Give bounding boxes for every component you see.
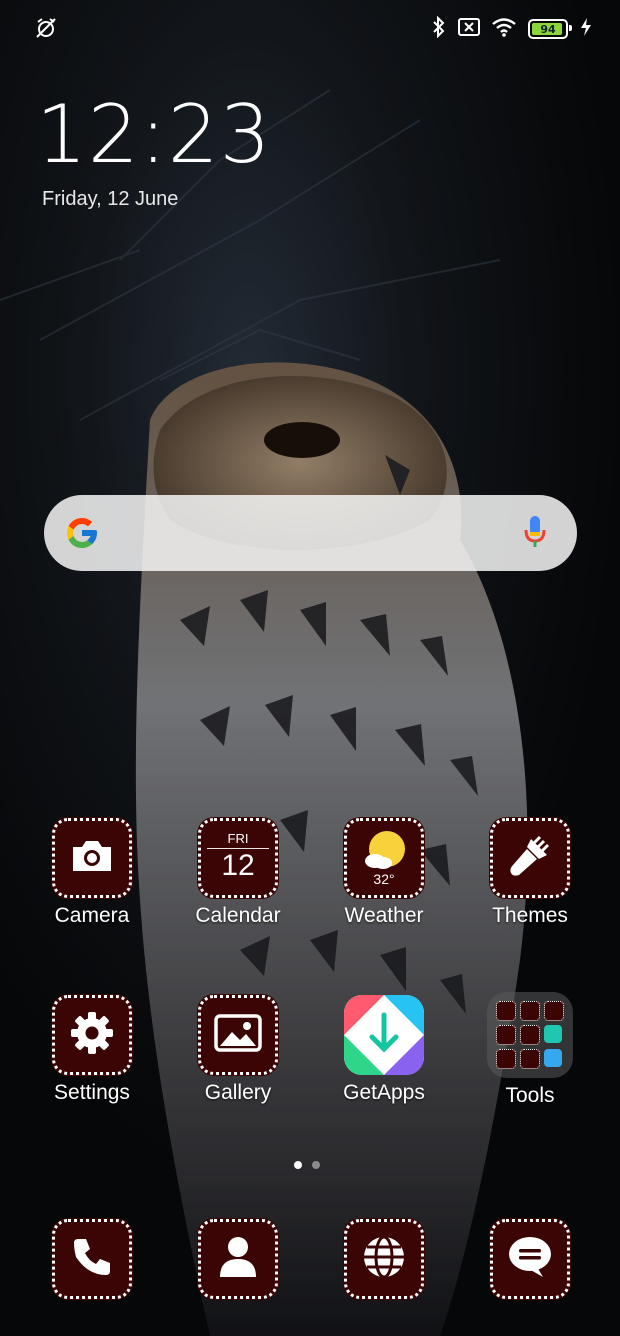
app-settings[interactable]: Settings (37, 995, 147, 1105)
phone-icon (70, 1235, 114, 1283)
camera-app-tile[interactable] (52, 818, 132, 898)
browser-app-tile[interactable] (344, 1219, 424, 1299)
app-label: Camera (54, 904, 130, 927)
app-weather[interactable]: 32° Weather (329, 818, 439, 928)
app-calendar[interactable]: FRI 12 Calendar (183, 818, 293, 928)
weather-sun-icon (361, 829, 409, 875)
image-icon (214, 1014, 262, 1056)
status-bar: 94 (0, 14, 620, 44)
contacts-app-tile[interactable] (198, 1219, 278, 1299)
app-getapps[interactable]: GetApps (329, 995, 439, 1105)
messages-icon (507, 1235, 553, 1283)
dock-contacts[interactable] (183, 1219, 293, 1299)
app-themes[interactable]: Themes (475, 818, 585, 928)
charging-icon (580, 17, 592, 41)
app-label: Gallery (204, 1081, 272, 1104)
app-camera[interactable]: Camera (37, 818, 147, 928)
calendar-icon[interactable]: FRI 12 (198, 818, 278, 898)
paintbrush-icon (507, 833, 553, 883)
app-label: GetApps (343, 1081, 425, 1104)
page-dot (312, 1161, 320, 1169)
settings-app-tile[interactable] (52, 995, 132, 1075)
weather-temperature: 32° (373, 871, 395, 887)
dock-phone[interactable] (37, 1219, 147, 1299)
app-gallery[interactable]: Gallery (183, 995, 293, 1105)
phone-app-tile[interactable] (52, 1219, 132, 1299)
gallery-app-tile[interactable] (198, 995, 278, 1075)
calendar-date: 12 (221, 849, 255, 882)
alarm-off-icon (34, 18, 58, 44)
app-label: Weather (344, 904, 424, 927)
page-dot-current (294, 1161, 302, 1169)
app-label: Calendar (195, 904, 281, 927)
battery-icon: 94 (528, 19, 572, 39)
google-g-icon (64, 515, 100, 555)
battery-level: 94 (540, 22, 556, 36)
messages-app-tile[interactable] (490, 1219, 570, 1299)
gear-icon (69, 1010, 115, 1060)
wifi-icon (492, 17, 516, 41)
contacts-icon (218, 1235, 258, 1283)
microphone-icon[interactable] (523, 514, 547, 554)
browser-globe-icon (361, 1234, 407, 1284)
google-search-bar[interactable] (44, 495, 577, 571)
themes-app-tile[interactable] (490, 818, 570, 898)
bluetooth-icon (432, 15, 446, 42)
app-label: Settings (54, 1081, 130, 1104)
clock-time[interactable]: 12:23 (36, 88, 272, 181)
dock-browser[interactable] (329, 1219, 439, 1299)
getapps-icon[interactable] (344, 995, 424, 1075)
app-label: Themes (492, 904, 568, 927)
page-indicator (294, 1161, 320, 1169)
calendar-day: FRI (227, 831, 249, 846)
folder-label: Tools (505, 1084, 555, 1107)
camera-icon (69, 837, 115, 879)
dock-messages[interactable] (475, 1219, 585, 1299)
weather-app-tile[interactable]: 32° (344, 818, 424, 898)
folder-tools[interactable]: Tools (475, 992, 585, 1108)
folder-icon[interactable] (487, 992, 573, 1078)
clock-date[interactable]: Friday, 12 June (42, 188, 178, 211)
no-sim-icon (458, 18, 480, 40)
